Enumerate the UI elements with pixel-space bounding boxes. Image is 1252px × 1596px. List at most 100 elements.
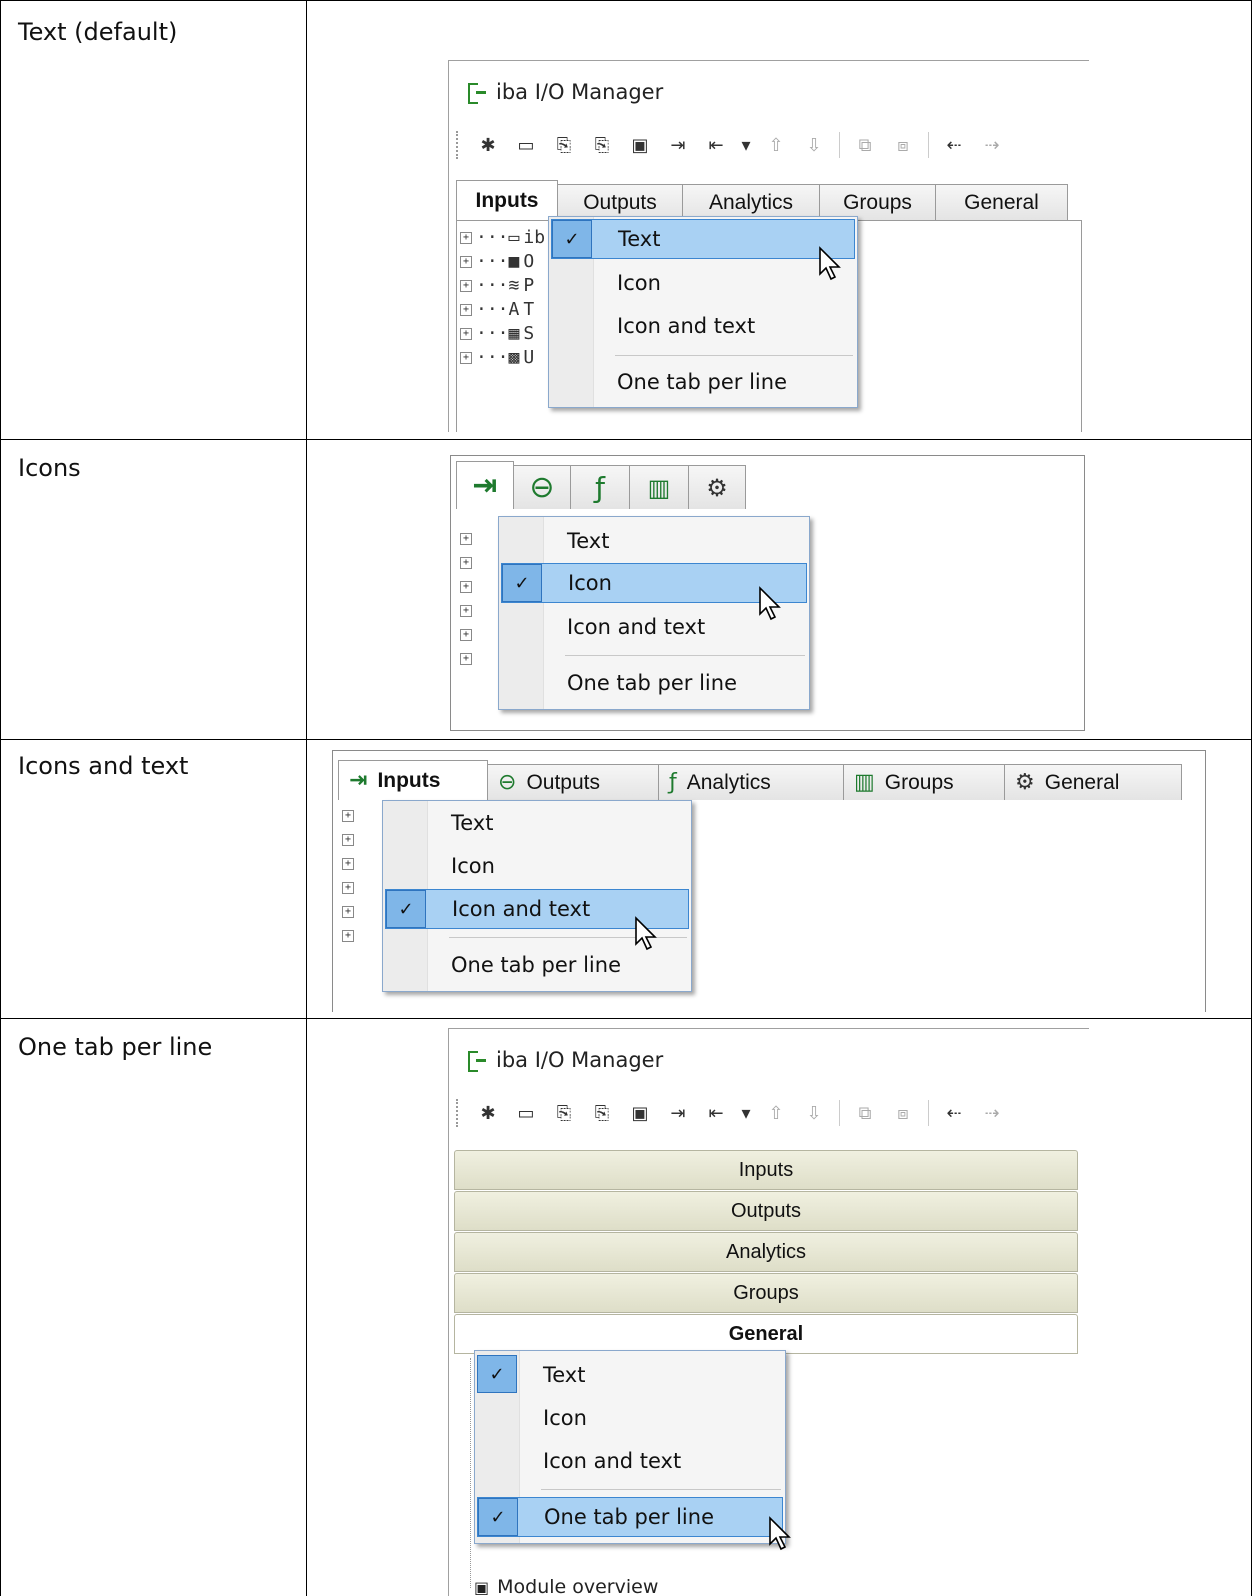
toolbar: ✱ ▭ ⎘ ⎘ ▣ ⇥ ⇤ ▾ ⇧ ⇩ ⧉ ⧈ ⇠ ⇢ (456, 1094, 1007, 1132)
module-overview-icon: ▣ (474, 1577, 490, 1596)
mouse-cursor-icon (759, 586, 781, 621)
paste-icon[interactable]: ⧈ (888, 130, 918, 160)
check-icon: ✓ (477, 1355, 517, 1393)
tab-general[interactable]: General (454, 1314, 1078, 1354)
tab-inputs[interactable]: ⇥ Inputs (338, 760, 488, 800)
check-icon: ✓ (478, 1498, 518, 1536)
tree-item[interactable]: + ···■ O (460, 250, 545, 274)
menu-item-icon-and-text[interactable]: Icon and text (551, 306, 855, 346)
arrow-right-icon[interactable]: ⇢ (977, 1098, 1007, 1128)
mouse-cursor-icon (635, 916, 657, 951)
menu-item-text[interactable]: ✓ Text (551, 219, 855, 259)
tab-inputs[interactable]: Inputs (456, 180, 558, 220)
row-label-one-tab-per-line: One tab per line (18, 1033, 213, 1061)
app-icon (466, 1049, 488, 1072)
check-icon: ✓ (552, 220, 592, 258)
tab-outputs[interactable]: Outputs (454, 1191, 1078, 1231)
menu-item-text[interactable]: ✓ Text (477, 1355, 783, 1395)
open-backup-icon[interactable]: ⎘ (587, 1098, 617, 1128)
new-icon[interactable]: ✱ (473, 130, 503, 160)
icon-tab-strip: ⇥ ⊖ ƒ ▥ ⚙ (456, 461, 746, 509)
tab-groups[interactable]: ▥ Groups (843, 764, 1005, 800)
tree-item[interactable]: + ···▦ S (460, 322, 545, 346)
move-up-icon[interactable]: ⇧ (761, 1098, 791, 1128)
save-icon[interactable]: ▣ (625, 1098, 655, 1128)
open-server-icon[interactable]: ⎘ (549, 130, 579, 160)
table-border-top (0, 0, 1252, 1)
toolbar-grip[interactable] (456, 131, 461, 159)
import-icon[interactable]: ⇥ (663, 130, 693, 160)
export-icon[interactable]: ⇤ (701, 130, 731, 160)
save-icon[interactable]: ▣ (625, 130, 655, 160)
menu-item-one-tab-per-line[interactable]: One tab per line (501, 663, 807, 703)
paste-icon[interactable]: ⧈ (888, 1098, 918, 1128)
context-menu: Text Icon ✓ Icon and text One tab per lin… (382, 800, 692, 992)
tab-groups-icon[interactable]: ▥ (629, 465, 689, 509)
tree-item-module-overview[interactable]: ▣ Module overview (474, 1576, 658, 1596)
move-down-icon[interactable]: ⇩ (799, 1098, 829, 1128)
open-backup-icon[interactable]: ⎘ (587, 130, 617, 160)
tab-outputs[interactable]: Outputs (557, 184, 683, 220)
open-folder-icon[interactable]: ▭ (511, 130, 541, 160)
arrow-left-icon[interactable]: ⇠ (939, 130, 969, 160)
toolbar-separator (928, 1100, 929, 1126)
menu-item-text[interactable]: Text (385, 803, 689, 843)
move-up-icon[interactable]: ⇧ (761, 130, 791, 160)
menu-item-icon-and-text[interactable]: Icon and text (477, 1441, 783, 1481)
table-row-divider-3 (0, 1018, 1252, 1019)
tree-view: + ···▭ ib + ···■ O + ···≋ P + ···A T + ···▦ S + ···… (460, 226, 545, 370)
table-row-divider-2 (0, 739, 1252, 740)
tree-item[interactable]: + ···A T (460, 298, 545, 322)
dropdown-arrow-icon[interactable]: ▾ (739, 1098, 753, 1128)
move-down-icon[interactable]: ⇩ (799, 130, 829, 160)
menu-separator (541, 1489, 781, 1490)
menu-item-text[interactable]: Text (501, 521, 807, 561)
menu-item-icon[interactable]: Icon (551, 263, 855, 303)
tab-strip: Inputs Outputs Analytics Groups General (456, 180, 1068, 220)
menu-item-icon[interactable]: Icon (477, 1398, 783, 1438)
tab-analytics-icon[interactable]: ƒ (570, 465, 630, 509)
window-title: iba I/O Manager (466, 1048, 663, 1072)
export-icon[interactable]: ⇤ (701, 1098, 731, 1128)
toolbar: ✱ ▭ ⎘ ⎘ ▣ ⇥ ⇤ ▾ ⇧ ⇩ ⧉ ⧈ ⇠ ⇢ (456, 126, 1007, 164)
check-icon: ✓ (386, 890, 426, 928)
groups-icon: ▥ (854, 770, 875, 795)
menu-separator (565, 655, 805, 656)
menu-item-icon[interactable]: Icon (385, 846, 689, 886)
table-row-divider-1 (0, 439, 1252, 440)
tree-item[interactable]: + ···≋ P (460, 274, 545, 298)
tab-outputs[interactable]: ⊖ Outputs (487, 764, 659, 800)
tree-view: + + + + + + (460, 527, 472, 671)
tab-analytics[interactable]: Analytics (454, 1232, 1078, 1272)
dropdown-arrow-icon[interactable]: ▾ (739, 130, 753, 160)
tab-general[interactable]: ⚙ General (1004, 764, 1182, 800)
row-label-text-default: Text (default) (18, 18, 178, 46)
tree-item[interactable]: + ···▩ U (460, 346, 545, 370)
menu-item-one-tab-per-line[interactable]: One tab per line (551, 362, 855, 402)
tab-groups[interactable]: Groups (454, 1273, 1078, 1313)
arrow-left-icon[interactable]: ⇠ (939, 1098, 969, 1128)
open-server-icon[interactable]: ⎘ (549, 1098, 579, 1128)
icon-text-tab-strip: ⇥ Inputs ⊖ Outputs ƒ Analytics ▥ Groups ⚙ Gen… (338, 760, 1182, 800)
import-icon[interactable]: ⇥ (663, 1098, 693, 1128)
tab-general-icon[interactable]: ⚙ (688, 465, 746, 509)
copy-icon[interactable]: ⧉ (850, 130, 880, 160)
context-menu: ✓ Text Icon Icon and text ✓ One tab per li… (474, 1350, 786, 1544)
menu-separator (615, 355, 853, 356)
toolbar-grip[interactable] (456, 1099, 461, 1127)
menu-item-one-tab-per-line[interactable]: ✓ One tab per line (477, 1497, 783, 1537)
tree-item[interactable]: + ···▭ ib (460, 226, 545, 250)
tab-inputs[interactable]: Inputs (454, 1150, 1078, 1190)
window-title-text: iba I/O Manager (496, 1048, 664, 1072)
check-icon: ✓ (502, 564, 542, 602)
arrow-right-icon[interactable]: ⇢ (977, 130, 1007, 160)
new-icon[interactable]: ✱ (473, 1098, 503, 1128)
tab-inputs-icon[interactable]: ⇥ (456, 461, 514, 509)
tab-analytics[interactable]: Analytics (682, 184, 820, 220)
tab-outputs-icon[interactable]: ⊖ (513, 465, 571, 509)
tab-groups[interactable]: Groups (819, 184, 936, 220)
tab-general[interactable]: General (935, 184, 1068, 220)
open-folder-icon[interactable]: ▭ (511, 1098, 541, 1128)
copy-icon[interactable]: ⧉ (850, 1098, 880, 1128)
tab-analytics[interactable]: ƒ Analytics (658, 764, 844, 800)
